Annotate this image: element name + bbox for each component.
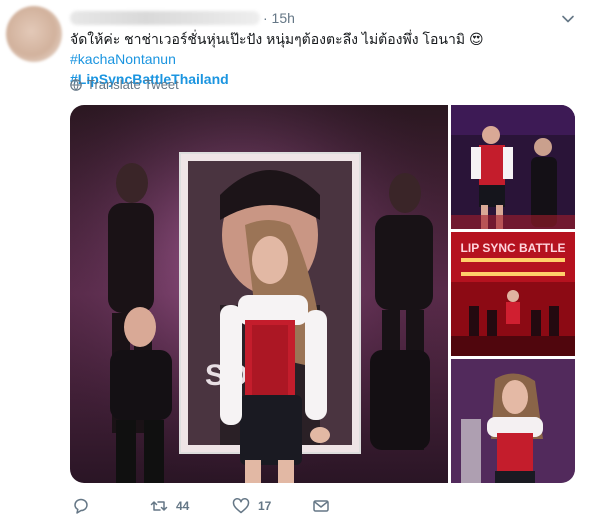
media-grid: SO	[70, 105, 575, 483]
direct-message-button[interactable]	[312, 497, 330, 515]
thumb-photo-1[interactable]	[451, 105, 575, 229]
chevron-down-icon[interactable]	[561, 12, 575, 26]
retweet-count: 44	[176, 499, 190, 513]
heart-icon	[232, 498, 250, 514]
like-count: 17	[258, 499, 272, 513]
envelope-icon	[313, 500, 329, 512]
timestamp[interactable]: · 15h	[263, 10, 295, 26]
reply-button[interactable]	[72, 497, 90, 515]
tweet-header: · 15h	[68, 8, 581, 30]
like-button[interactable]: 17	[232, 497, 271, 515]
translate-label: Translate Tweet	[87, 77, 179, 92]
retweet-button[interactable]: 44	[150, 497, 189, 515]
translate-tweet-link[interactable]: Translate Tweet	[70, 77, 179, 92]
author-name-blurred[interactable]	[70, 11, 260, 25]
tweet-body: จัดให้ค่ะ ชาช่าเวอร์ชั่นหุ่นเป๊ะปัง หนุ่…	[70, 31, 484, 47]
hashtag-link[interactable]: #kachaNontanun	[70, 51, 176, 67]
retweet-icon	[150, 501, 168, 511]
reply-icon	[74, 498, 88, 514]
tweet-actions: 44 17	[72, 497, 372, 517]
avatar[interactable]	[6, 6, 62, 62]
svg-text:LIP SYNC BATTLE: LIP SYNC BATTLE	[461, 241, 566, 255]
main-photo[interactable]: SO	[70, 105, 448, 483]
thumb-photo-3[interactable]	[451, 359, 575, 483]
thumb-photo-2[interactable]: LIP SYNC BATTLE	[451, 232, 575, 356]
globe-icon	[70, 78, 82, 91]
